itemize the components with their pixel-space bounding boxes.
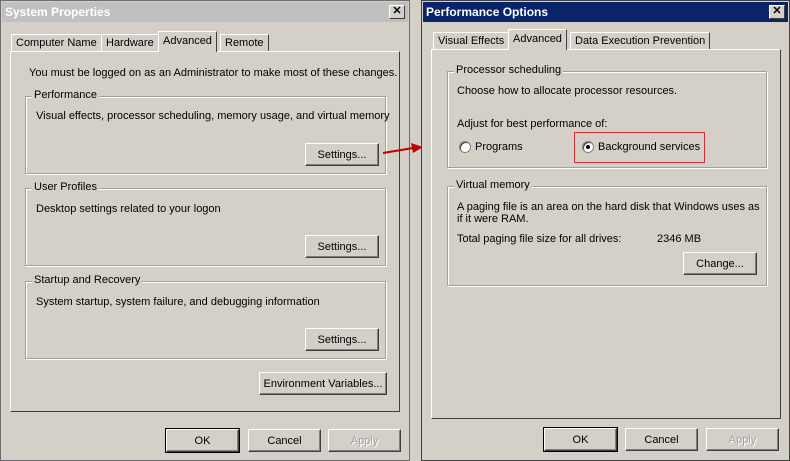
programs-label[interactable]: Programs — [475, 141, 523, 153]
close-button[interactable]: ✕ — [769, 5, 785, 19]
close-icon: ✕ — [392, 5, 402, 17]
tab-visual-effects[interactable]: Visual Effects — [433, 32, 510, 50]
performance-group: Performance Visual effects, processor sc… — [25, 89, 390, 174]
total-paging-label: Total paging file size for all drives: — [457, 233, 622, 245]
system-properties-titlebar[interactable]: System Properties ✕ — [2, 2, 408, 22]
system-properties-window: System Properties ✕ Computer Name Hardwa… — [0, 0, 410, 461]
performance-legend: Performance — [32, 89, 99, 101]
user-profiles-settings-button[interactable]: Settings... — [305, 235, 379, 258]
cancel-button[interactable]: Cancel — [625, 428, 698, 451]
advanced-tab-panel: You must be logged on as an Administrato… — [10, 51, 400, 412]
processor-scheduling-legend: Processor scheduling — [454, 64, 564, 76]
ok-button[interactable]: OK — [543, 427, 618, 452]
processor-scheduling-group: Processor scheduling Choose how to alloc… — [447, 64, 767, 168]
tab-advanced[interactable]: Advanced — [158, 31, 217, 52]
apply-button[interactable]: Apply — [706, 428, 779, 451]
tab-remote[interactable]: Remote — [220, 34, 269, 52]
change-button[interactable]: Change... — [683, 252, 757, 275]
admin-note: You must be logged on as an Administrato… — [29, 67, 398, 79]
startup-recovery-description: System startup, system failure, and debu… — [36, 296, 320, 308]
user-profiles-legend: User Profiles — [32, 181, 99, 193]
performance-description: Visual effects, processor scheduling, me… — [36, 110, 390, 122]
adjust-for-label: Adjust for best performance of: — [457, 118, 608, 130]
startup-recovery-group: Startup and Recovery System startup, sys… — [25, 274, 386, 359]
tab-data-execution-prevention[interactable]: Data Execution Prevention — [570, 32, 711, 50]
cancel-button[interactable]: Cancel — [248, 429, 321, 452]
startup-recovery-settings-button[interactable]: Settings... — [305, 328, 379, 351]
apply-button[interactable]: Apply — [328, 429, 401, 452]
ok-button[interactable]: OK — [165, 428, 240, 453]
virtual-memory-group: Virtual memory A paging file is an area … — [447, 179, 767, 286]
environment-variables-button[interactable]: Environment Variables... — [259, 372, 387, 395]
window-title: Performance Options — [426, 5, 549, 19]
performance-options-window: Performance Options ✕ Visual Effects Adv… — [421, 0, 790, 461]
total-paging-value: 2346 MB — [657, 233, 702, 245]
window-title: System Properties — [5, 5, 111, 19]
close-button[interactable]: ✕ — [389, 5, 405, 19]
tab-hardware[interactable]: Hardware — [101, 34, 159, 52]
processor-scheduling-description: Choose how to allocate processor resourc… — [457, 85, 678, 97]
virtual-memory-description-line1: A paging file is an area on the hard dis… — [457, 201, 760, 213]
user-profiles-group: User Profiles Desktop settings related t… — [25, 181, 386, 266]
tab-computer-name[interactable]: Computer Name — [11, 34, 102, 52]
tab-advanced[interactable]: Advanced — [508, 29, 567, 50]
background-services-label[interactable]: Background services — [598, 141, 700, 153]
close-icon: ✕ — [772, 5, 782, 17]
virtual-memory-legend: Virtual memory — [454, 179, 532, 191]
programs-radio[interactable] — [459, 141, 471, 153]
virtual-memory-description-line2: if it were RAM. — [457, 213, 529, 225]
red-arrow-icon — [382, 143, 423, 154]
startup-recovery-legend: Startup and Recovery — [32, 274, 143, 286]
performance-options-titlebar[interactable]: Performance Options ✕ — [423, 2, 788, 22]
user-profiles-description: Desktop settings related to your logon — [36, 203, 221, 215]
background-services-radio[interactable] — [582, 141, 594, 153]
radio-selected-dot — [586, 145, 590, 149]
advanced-tab-panel: Processor scheduling Choose how to alloc… — [431, 49, 781, 419]
performance-settings-button[interactable]: Settings... — [305, 143, 379, 166]
